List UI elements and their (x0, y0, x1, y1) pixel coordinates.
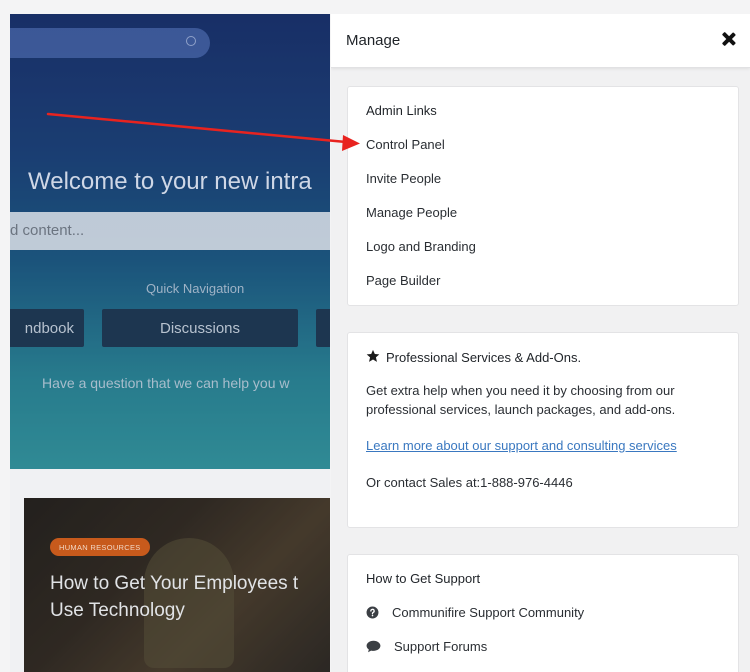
quick-nav-discussions-button[interactable]: Discussions (102, 309, 298, 347)
admin-links-card: Admin Links Control Panel Invite People … (347, 86, 739, 306)
featured-article-card[interactable]: HUMAN RESOURCES How to Get Your Employee… (24, 498, 330, 672)
category-badge[interactable]: HUMAN RESOURCES (50, 538, 150, 556)
support-forums-label: Support Forums (394, 639, 488, 654)
hero-banner: Welcome to your new intra d content... Q… (10, 14, 330, 469)
intranet-home-page: Welcome to your new intra d content... Q… (10, 14, 330, 672)
search-icon (186, 36, 196, 46)
panel-title: Manage (346, 32, 401, 49)
article-title-line1: How to Get Your Employees t (50, 573, 299, 594)
screen: Welcome to your new intra d content... Q… (0, 0, 750, 672)
help-question-text: Have a question that we can help you w (42, 375, 290, 391)
content-search-input[interactable]: d content... (10, 212, 330, 250)
manage-panel: Manage Admin Links Control Panel Invite … (331, 14, 750, 672)
article-title-line2: Use Technology (50, 600, 185, 621)
support-community-link[interactable]: Communifire Support Community (366, 605, 584, 620)
page-builder-link[interactable]: Page Builder (366, 273, 440, 288)
global-search-input[interactable] (10, 28, 210, 58)
invite-people-link[interactable]: Invite People (366, 171, 441, 186)
support-consulting-link[interactable]: Learn more about our support and consult… (366, 438, 677, 453)
support-heading: How to Get Support (366, 571, 481, 586)
support-forums-link[interactable]: Support Forums (366, 639, 487, 654)
manage-people-link[interactable]: Manage People (366, 205, 457, 220)
close-icon[interactable] (718, 29, 740, 51)
star-icon (366, 349, 380, 362)
support-community-label: Communifire Support Community (392, 605, 585, 620)
content-search-placeholder: d content... (10, 222, 85, 239)
quick-nav-handbook-button[interactable]: ndbook (10, 309, 84, 347)
logo-and-branding-link[interactable]: Logo and Branding (366, 239, 476, 254)
professional-services-description: Get extra help when you need it by choos… (366, 383, 676, 417)
panel-header: Manage (331, 14, 750, 68)
sales-contact-text: Or contact Sales at:1-888-976-4446 (366, 475, 573, 490)
professional-services-heading: Professional Services & Add-Ons. (386, 350, 582, 365)
quick-nav-more-button[interactable] (316, 309, 330, 347)
article-title[interactable]: How to Get Your Employees t Use Technolo… (50, 570, 330, 624)
chat-bubble-icon (366, 640, 381, 653)
quick-navigation-label: Quick Navigation (146, 281, 245, 296)
question-circle-icon (366, 606, 379, 619)
admin-links-heading: Admin Links (366, 103, 437, 118)
professional-services-card: Professional Services & Add-Ons. Get ext… (347, 332, 739, 528)
control-panel-link[interactable]: Control Panel (366, 137, 445, 152)
welcome-heading: Welcome to your new intra (28, 168, 312, 195)
support-card: How to Get Support Communifire Support C… (347, 554, 739, 672)
